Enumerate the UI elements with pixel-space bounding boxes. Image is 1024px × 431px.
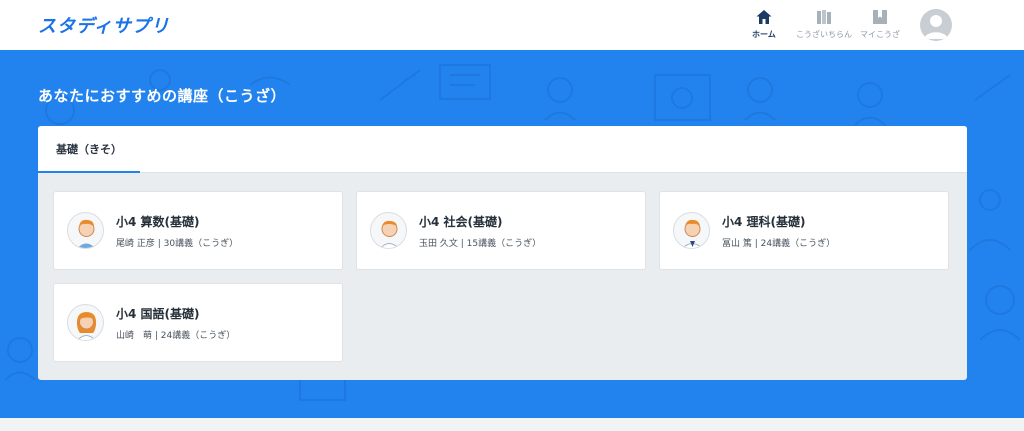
nav-my-courses[interactable]: マイこうざ	[860, 8, 900, 40]
home-icon	[756, 10, 772, 24]
nav-my-courses-label: マイこうざ	[860, 30, 900, 39]
teacher-avatar-icon	[67, 304, 104, 341]
teacher-avatar-icon	[67, 212, 104, 249]
nav-course-list[interactable]: こうざいちらん	[796, 8, 852, 40]
nav-course-list-label: こうざいちらん	[796, 30, 852, 39]
page-footer	[0, 418, 1024, 431]
course-card[interactable]: 小4 理科(基礎) 冨山 篤 | 24講義（こうぎ）	[659, 191, 949, 270]
tab-bar: 基礎（きそ）	[38, 126, 967, 173]
teacher-avatar-icon	[370, 212, 407, 249]
teacher-avatar-icon	[673, 212, 710, 249]
bookmark-book-icon	[873, 10, 887, 24]
course-meta: 尾崎 正彦 | 30講義（こうぎ）	[116, 239, 239, 249]
course-title: 小4 国語(基礎)	[116, 307, 200, 321]
nav-home-label: ホーム	[752, 30, 776, 39]
course-title: 小4 理科(基礎)	[722, 215, 806, 229]
course-card[interactable]: 小4 社会(基礎) 玉田 久文 | 15講義（こうぎ）	[356, 191, 646, 270]
section-title: あなたにおすすめの講座（こうざ）	[38, 87, 287, 105]
course-title: 小4 社会(基礎)	[419, 215, 503, 229]
user-avatar-icon[interactable]	[920, 9, 952, 41]
course-title: 小4 算数(基礎)	[116, 215, 200, 229]
recommend-hero: あなたにおすすめの講座（こうざ） 基礎（きそ） 小4 算数(基礎) 尾崎 正彦 …	[0, 50, 1024, 418]
course-meta: 山崎 萌 | 24講義（こうぎ）	[116, 331, 236, 341]
tab-basics[interactable]: 基礎（きそ）	[38, 126, 140, 173]
course-card[interactable]: 小4 算数(基礎) 尾崎 正彦 | 30講義（こうぎ）	[53, 191, 343, 270]
course-meta: 玉田 久文 | 15講義（こうぎ）	[419, 239, 542, 249]
nav-home[interactable]: ホーム	[752, 8, 776, 40]
course-card[interactable]: 小4 国語(基礎) 山崎 萌 | 24講義（こうぎ）	[53, 283, 343, 362]
app-logo[interactable]: スタディサプリ	[38, 12, 170, 38]
recommended-courses-panel: 基礎（きそ） 小4 算数(基礎) 尾崎 正彦 | 30講義（こうぎ） 小4 社会…	[38, 126, 967, 380]
books-icon	[817, 10, 831, 24]
top-header: スタディサプリ ホーム こうざいちらん マイこうざ	[0, 0, 1024, 50]
course-meta: 冨山 篤 | 24講義（こうぎ）	[722, 239, 836, 249]
